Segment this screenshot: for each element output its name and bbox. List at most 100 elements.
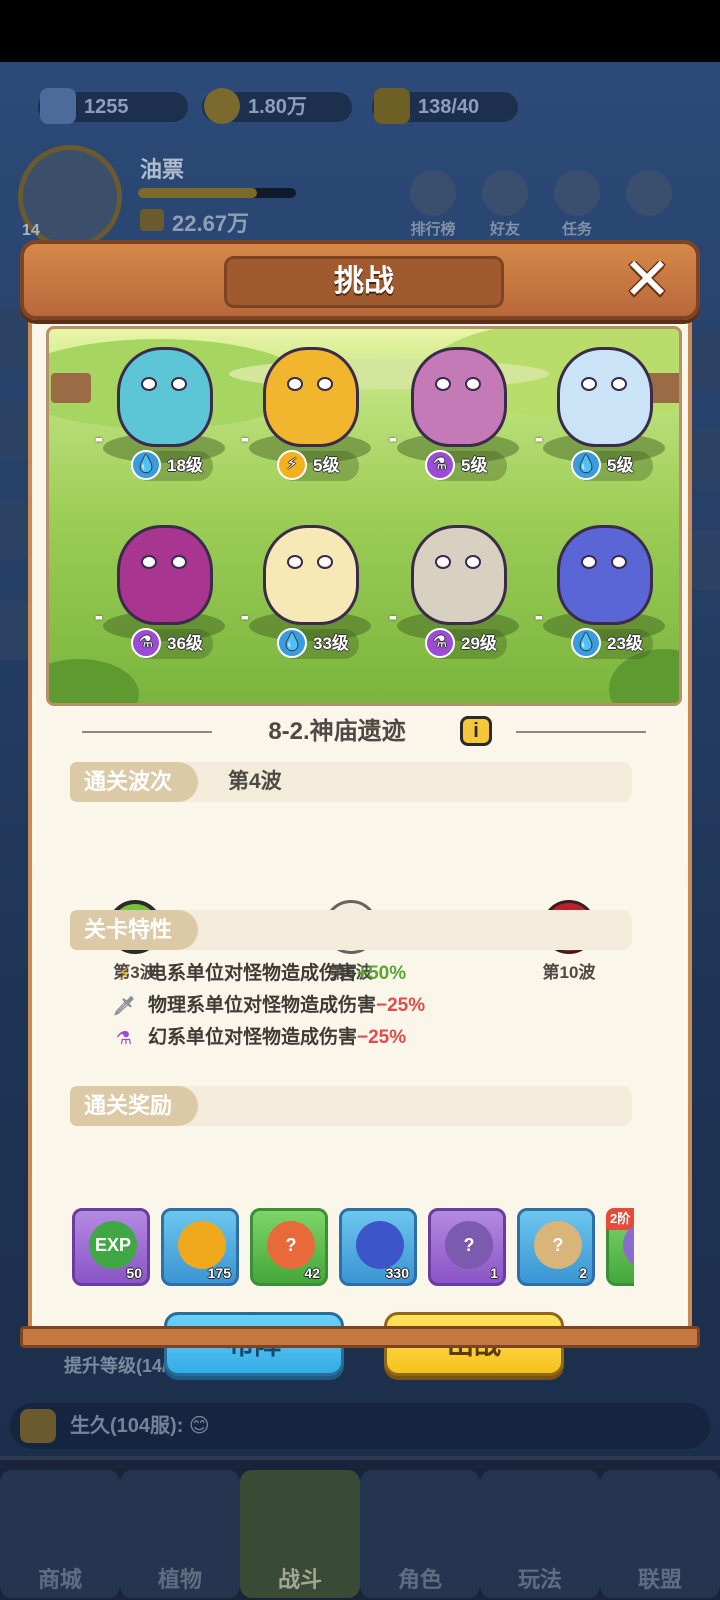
- enemy-ice-spirit[interactable]: ▪▪ 💧 5级: [529, 329, 679, 504]
- divider-right: [516, 731, 646, 733]
- reward-quantity: 1: [490, 1265, 498, 1281]
- grip-dots-icon: ▪▪: [535, 609, 543, 625]
- enemy-preview-field: ▪▪ 💧 18级 ▪▪ ⚡ 5级 ▪▪ ⚗ 5级 ▪▪ 💧 5级 ▪▪ ⚗ 36级 ▪▪ 💧 33级 ▪▪ ⚗ 29级 ▪…: [46, 326, 682, 706]
- enemy-level: 5级: [607, 456, 634, 475]
- trait-text: 幻系单位对怪物造成伤害: [148, 1027, 358, 1048]
- coin-value: 1.80万: [248, 96, 307, 118]
- coin-counter[interactable]: 1.80万: [202, 88, 352, 124]
- info-icon[interactable]: i: [460, 716, 492, 746]
- more-button[interactable]: [622, 170, 676, 230]
- enemy-sprite: [263, 525, 359, 625]
- enemy-level: 18级: [167, 456, 203, 475]
- reward-item[interactable]: ? 2: [517, 1208, 595, 1286]
- dialog-title: 挑战: [224, 256, 504, 308]
- enemy-level-badge: 💧 5级: [571, 450, 653, 481]
- rewards-section: 通关奖励: [70, 1086, 632, 1126]
- nav-locked[interactable]: 联盟: [600, 1470, 720, 1598]
- trait-text: 物理系单位对怪物造成伤害: [148, 995, 377, 1016]
- chat-icon: [20, 1409, 56, 1443]
- chat-bar[interactable]: 生久(104服): 😊: [10, 1403, 710, 1449]
- water-element-icon: 💧: [131, 450, 161, 480]
- enemy-level: 33级: [313, 634, 349, 653]
- nav-character[interactable]: 角色: [360, 1470, 480, 1598]
- water-element-icon: 💧: [571, 450, 601, 480]
- xp-bar-fill: [138, 188, 257, 198]
- ranking-icon: [410, 170, 456, 216]
- enemy-sprite: [557, 347, 653, 447]
- stage-traits-tag: 关卡特性: [70, 910, 198, 950]
- enemy-eye: [141, 377, 157, 391]
- reward-icon-label: ?: [463, 1235, 475, 1255]
- energy-counter[interactable]: 138/40: [372, 88, 518, 124]
- reward-item[interactable]: EXP 50: [72, 1208, 150, 1286]
- grip-dots-icon: ▪▪: [389, 609, 397, 625]
- magic-element-icon: ⚗: [131, 628, 161, 658]
- enemy-level: 23级: [607, 634, 643, 653]
- friends-icon: [482, 170, 528, 216]
- water-element-icon: 💧: [571, 628, 601, 658]
- reward-item[interactable]: 175: [161, 1208, 239, 1286]
- energy-icon: [374, 88, 410, 124]
- water-element-icon: 💧: [277, 628, 307, 658]
- gem-counter[interactable]: 1255: [38, 88, 188, 124]
- enemy-golden-warrior[interactable]: ▪▪ ⚡ 5级: [235, 329, 385, 504]
- grip-dots-icon: ▪▪: [535, 431, 543, 447]
- friends-button[interactable]: 好友: [478, 170, 532, 238]
- reward-item[interactable]: ? 1: [428, 1208, 506, 1286]
- enemy-eye: [317, 555, 333, 569]
- mystery-scroll-icon: ?: [534, 1221, 582, 1269]
- enemy-level-badge: 💧 18级: [131, 450, 213, 481]
- status-bar: [0, 0, 720, 62]
- nav-battle[interactable]: 战斗: [240, 1470, 360, 1598]
- magic-element-icon: ⚗: [425, 450, 455, 480]
- coin-icon: [178, 1221, 226, 1269]
- enemy-level-badge: 💧 33级: [277, 628, 359, 659]
- enemy-eye: [611, 555, 627, 569]
- enemy-blue-mage[interactable]: ▪▪ 💧 23级: [529, 507, 679, 682]
- grip-dots-icon: ▪▪: [241, 609, 249, 625]
- enemy-level-badge: ⚗ 5级: [425, 450, 507, 481]
- enemy-eye: [287, 555, 303, 569]
- reward-quantity: 330: [385, 1265, 409, 1281]
- enemy-sprite: [411, 525, 507, 625]
- reward-item[interactable]: ? 42: [250, 1208, 328, 1286]
- enemy-armored-slug[interactable]: ▪▪ ⚗ 5级: [383, 329, 533, 504]
- enemy-dark-radish[interactable]: ▪▪ ⚗ 36级: [89, 507, 239, 682]
- enemy-eye: [465, 377, 481, 391]
- nav-gameplay[interactable]: 玩法: [480, 1470, 600, 1598]
- enemy-knight-onion[interactable]: ▪▪ ⚗ 29级: [383, 507, 533, 682]
- enemy-eye: [465, 555, 481, 569]
- tasks-button[interactable]: 任务: [550, 170, 604, 238]
- enemy-eye: [611, 377, 627, 391]
- energy-value: 138/40: [418, 96, 480, 118]
- close-button[interactable]: ✕: [616, 251, 678, 310]
- reward-item[interactable]: 2阶: [606, 1208, 634, 1286]
- reward-icon-label: ?: [552, 1235, 564, 1255]
- enemy-sprite: [117, 347, 213, 447]
- divider-left: [82, 731, 212, 733]
- trait-modifier: −25%: [376, 995, 426, 1016]
- reward-quantity: 50: [126, 1265, 142, 1281]
- enemy-level-badge: ⚗ 29级: [425, 628, 507, 659]
- xp-bar: [138, 188, 296, 198]
- gem-icon: [40, 88, 76, 124]
- enemy-crystal-princess[interactable]: ▪▪ 💧 33级: [235, 507, 385, 682]
- stage-header: 8-2.神庙遗迹 i: [72, 714, 656, 750]
- magic-element-icon: ⚗: [425, 628, 455, 658]
- enemy-trident-king[interactable]: ▪▪ 💧 18级: [89, 329, 239, 504]
- enemy-eye: [171, 377, 187, 391]
- nav-plants[interactable]: 植物: [120, 1470, 240, 1598]
- enemy-level-badge: ⚡ 5级: [277, 450, 359, 481]
- reward-item[interactable]: 330: [339, 1208, 417, 1286]
- grip-dots-icon: ▪▪: [95, 609, 103, 625]
- ranking-button[interactable]: 排行榜: [406, 170, 460, 238]
- nav-shop[interactable]: 商城: [0, 1470, 120, 1598]
- sword-icon: 🗡: [112, 996, 136, 1016]
- reward-icon-label: EXP: [94, 1235, 132, 1255]
- tasks-icon: [554, 170, 600, 216]
- nav-shop-label: 商城: [37, 1567, 82, 1592]
- fence: [51, 373, 91, 403]
- rewards-tag: 通关奖励: [70, 1086, 198, 1126]
- reward-icon-label: ?: [285, 1235, 297, 1255]
- clear-wave-tag: 通关波次: [70, 762, 198, 802]
